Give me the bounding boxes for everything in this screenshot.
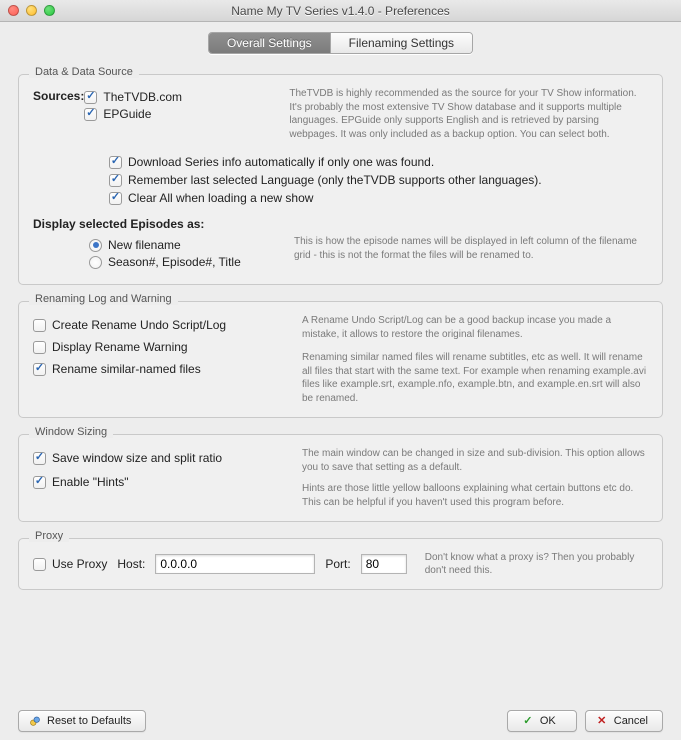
- group-data-source: Data & Data Source Sources: TheTVDB.com …: [18, 74, 663, 285]
- button-label: OK: [540, 715, 556, 727]
- checkbox-icon: [33, 452, 46, 465]
- close-window-button[interactable]: [8, 5, 19, 16]
- checkbox-icon: [33, 341, 46, 354]
- checkbox-download-auto[interactable]: Download Series info automatically if on…: [109, 155, 648, 169]
- radio-icon: [89, 239, 102, 252]
- proxy-host-label: Host:: [117, 557, 145, 571]
- sources-description: TheTVDB is highly recommended as the sou…: [289, 87, 648, 141]
- renaming-desc-1: A Rename Undo Script/Log can be a good b…: [302, 314, 648, 341]
- group-window-sizing: Window Sizing Save window size and split…: [18, 434, 663, 522]
- checkbox-label: Use Proxy: [52, 557, 107, 571]
- checkbox-icon: [33, 363, 46, 376]
- footer: Reset to Defaults ✓ OK ✕ Cancel: [18, 710, 663, 732]
- titlebar: Name My TV Series v1.4.0 - Preferences: [0, 0, 681, 22]
- radio-label: New filename: [108, 238, 181, 252]
- checkbox-icon: [33, 558, 46, 571]
- checkbox-label: Display Rename Warning: [52, 340, 188, 354]
- group-renaming: Renaming Log and Warning Create Rename U…: [18, 301, 663, 418]
- display-as-description: This is how the episode names will be di…: [294, 235, 648, 262]
- proxy-port-label: Port:: [325, 557, 350, 571]
- proxy-host-input[interactable]: [155, 554, 315, 574]
- checkbox-display-warning[interactable]: Display Rename Warning: [33, 340, 288, 354]
- checkbox-use-proxy[interactable]: Use Proxy: [33, 557, 107, 571]
- radio-new-filename[interactable]: New filename: [89, 238, 294, 252]
- checkbox-label: Remember last selected Language (only th…: [128, 173, 542, 187]
- checkbox-label: Save window size and split ratio: [52, 451, 222, 465]
- display-as-label: Display selected Episodes as:: [33, 217, 648, 231]
- sources-label: Sources:: [33, 87, 84, 103]
- cancel-button[interactable]: ✕ Cancel: [585, 710, 663, 732]
- group-legend: Window Sizing: [29, 426, 113, 438]
- check-icon: ✓: [522, 714, 534, 727]
- checkbox-rename-similar[interactable]: Rename similar-named files: [33, 362, 288, 376]
- group-legend: Data & Data Source: [29, 66, 139, 78]
- checkbox-remember-language[interactable]: Remember last selected Language (only th…: [109, 173, 648, 187]
- checkbox-icon: [33, 319, 46, 332]
- checkbox-icon: [109, 192, 122, 205]
- tab-overall-settings[interactable]: Overall Settings: [209, 33, 331, 53]
- button-label: Reset to Defaults: [47, 715, 131, 727]
- x-icon: ✕: [596, 714, 608, 727]
- proxy-description: Don't know what a proxy is? Then you pro…: [425, 551, 648, 577]
- checkbox-label: Enable "Hints": [52, 475, 129, 489]
- tab-segmented-control: Overall Settings Filenaming Settings: [208, 32, 473, 54]
- content-area: Data & Data Source Sources: TheTVDB.com …: [0, 54, 681, 600]
- checkbox-label: Create Rename Undo Script/Log: [52, 318, 226, 332]
- radio-icon: [89, 256, 102, 269]
- window-sizing-desc-1: The main window can be changed in size a…: [302, 447, 648, 474]
- radio-season-episode-title[interactable]: Season#, Episode#, Title: [89, 255, 294, 269]
- window-title: Name My TV Series v1.4.0 - Preferences: [0, 4, 681, 18]
- traffic-lights: [0, 5, 55, 16]
- tab-filenaming-settings[interactable]: Filenaming Settings: [331, 33, 472, 53]
- renaming-desc-2: Renaming similar named files will rename…: [302, 351, 648, 405]
- proxy-port-input[interactable]: [361, 554, 407, 574]
- checkbox-label: Rename similar-named files: [52, 362, 201, 376]
- checkbox-icon: [84, 91, 97, 104]
- checkbox-label: Clear All when loading a new show: [128, 191, 313, 205]
- checkbox-enable-hints[interactable]: Enable "Hints": [33, 475, 288, 489]
- checkbox-label: TheTVDB.com: [103, 90, 182, 104]
- checkbox-clear-all[interactable]: Clear All when loading a new show: [109, 191, 648, 205]
- radio-label: Season#, Episode#, Title: [108, 255, 241, 269]
- reset-to-defaults-button[interactable]: Reset to Defaults: [18, 710, 146, 732]
- checkbox-icon: [109, 156, 122, 169]
- group-legend: Renaming Log and Warning: [29, 293, 178, 305]
- window-sizing-desc-2: Hints are those little yellow balloons e…: [302, 482, 648, 509]
- checkbox-epguide[interactable]: EPGuide: [84, 107, 289, 121]
- zoom-window-button[interactable]: [44, 5, 55, 16]
- checkbox-icon: [109, 174, 122, 187]
- checkbox-icon: [33, 476, 46, 489]
- group-legend: Proxy: [29, 530, 69, 542]
- ok-button[interactable]: ✓ OK: [507, 710, 577, 732]
- button-label: Cancel: [614, 715, 648, 727]
- checkbox-label: EPGuide: [103, 107, 151, 121]
- group-proxy: Proxy Use Proxy Host: Port: Don't know w…: [18, 538, 663, 590]
- checkbox-create-undo[interactable]: Create Rename Undo Script/Log: [33, 318, 288, 332]
- tab-bar: Overall Settings Filenaming Settings: [0, 32, 681, 54]
- checkbox-icon: [84, 108, 97, 121]
- checkbox-label: Download Series info automatically if on…: [128, 155, 434, 169]
- minimize-window-button[interactable]: [26, 5, 37, 16]
- checkbox-save-window-size[interactable]: Save window size and split ratio: [33, 451, 288, 465]
- reset-icon: [29, 714, 41, 728]
- checkbox-thetvdb[interactable]: TheTVDB.com: [84, 90, 289, 104]
